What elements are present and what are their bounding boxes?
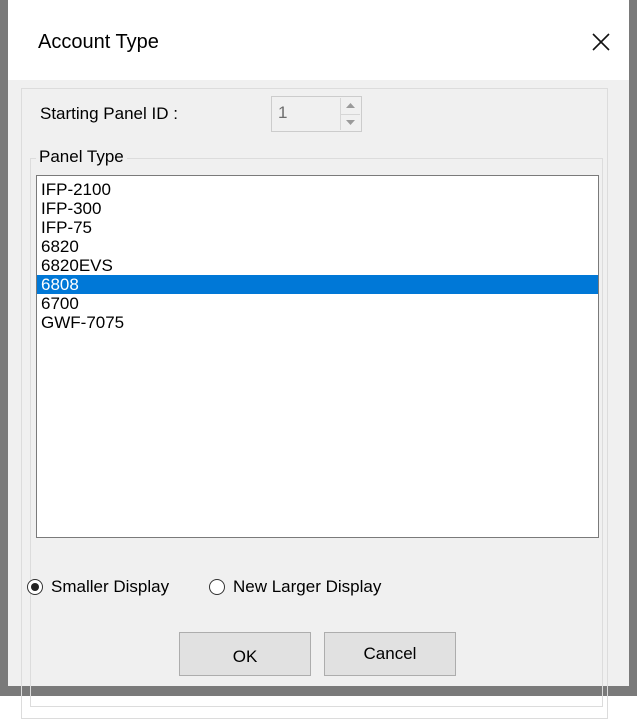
- radio-smaller-display[interactable]: Smaller Display: [27, 577, 169, 597]
- list-item[interactable]: IFP-75: [37, 218, 598, 237]
- starting-panel-id-spinner[interactable]: 1: [271, 96, 362, 132]
- list-item[interactable]: GWF-7075: [37, 313, 598, 332]
- list-item[interactable]: 6808: [37, 275, 598, 294]
- arrow-up-icon: [346, 103, 355, 108]
- list-item[interactable]: IFP-2100: [37, 180, 598, 199]
- spin-buttons: [340, 98, 360, 130]
- radio-new-larger-display-label: New Larger Display: [233, 577, 382, 596]
- list-item[interactable]: 6700: [37, 294, 598, 313]
- starting-panel-id-value: 1: [278, 103, 288, 122]
- spin-up-button[interactable]: [341, 98, 360, 115]
- spin-down-button[interactable]: [341, 114, 360, 130]
- panel-type-items: IFP-2100 IFP-300 IFP-75 6820 6820EVS 6808 6700…: [37, 176, 598, 332]
- panel-type-listbox[interactable]: IFP-2100 IFP-300 IFP-75 6820 6820EVS 6808 6700…: [36, 175, 599, 538]
- list-item[interactable]: IFP-300: [37, 199, 598, 218]
- ok-button[interactable]: OK: [179, 632, 311, 676]
- panel-type-label: Panel Type: [36, 147, 127, 167]
- cancel-button[interactable]: Cancel: [324, 632, 456, 676]
- list-item[interactable]: 6820EVS: [37, 256, 598, 275]
- close-button[interactable]: [581, 22, 621, 62]
- radio-checked-icon: [27, 579, 43, 595]
- dialog-title: Account Type: [38, 31, 159, 53]
- arrow-down-icon: [346, 120, 355, 125]
- radio-unchecked-icon: [209, 579, 225, 595]
- starting-panel-id-label: Starting Panel ID :: [40, 104, 178, 123]
- close-icon: [592, 33, 610, 51]
- radio-smaller-display-label: Smaller Display: [51, 577, 170, 596]
- radio-new-larger-display[interactable]: New Larger Display: [209, 577, 381, 597]
- title-bar: Account Type: [8, 0, 629, 80]
- list-item[interactable]: 6820: [37, 237, 598, 256]
